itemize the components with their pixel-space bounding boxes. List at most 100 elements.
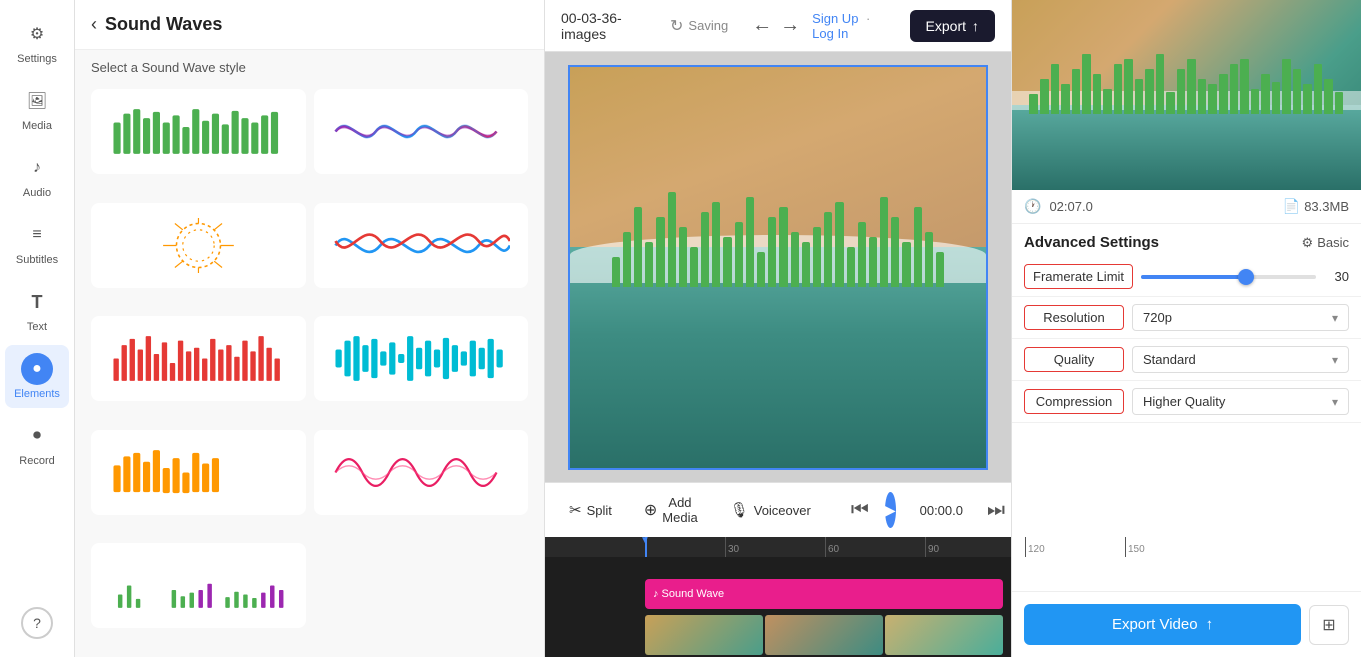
- wave-bar: [779, 207, 787, 287]
- wave-bar: [847, 247, 855, 287]
- wave-style-5[interactable]: [91, 316, 306, 401]
- redo-button[interactable]: →: [780, 14, 800, 37]
- ruler-mark-30: 30: [725, 537, 739, 557]
- export-button[interactable]: Export ↑: [910, 10, 995, 42]
- preview-wave-bar: [1261, 74, 1270, 114]
- sidebar-item-media[interactable]: 🖼 Media: [5, 77, 69, 140]
- settings-icon: ⚙: [21, 18, 53, 50]
- sidebar-item-elements[interactable]: ● Elements: [5, 345, 69, 408]
- panel-subtitle: Select a Sound Wave style: [75, 50, 544, 81]
- sidebar-label-text: Text: [27, 321, 47, 333]
- clock-icon: 🕐: [1024, 198, 1041, 215]
- split-icon: ✂: [569, 501, 582, 519]
- export-preview: [1012, 0, 1361, 190]
- wave-style-4[interactable]: [314, 203, 529, 288]
- framerate-setting-row: Framerate Limit 30: [1012, 257, 1361, 297]
- fast-forward-button[interactable]: ⏭: [987, 499, 1005, 522]
- wave-bar: [891, 217, 899, 287]
- wave-bar: [723, 237, 731, 287]
- wave-bar: [690, 247, 698, 287]
- resolution-control: 720p ▾: [1132, 304, 1349, 331]
- wave-bar: [701, 212, 709, 287]
- preview-wave-bar: [1177, 69, 1186, 114]
- video-preview: [568, 65, 988, 470]
- export-video-button[interactable]: Export Video ↑: [1024, 604, 1301, 645]
- split-button[interactable]: ✂ Split: [561, 497, 620, 523]
- preview-wave-bar: [1093, 74, 1102, 114]
- sidebar-item-subtitles[interactable]: ≡ Subtitles: [5, 211, 69, 274]
- resolution-dropdown[interactable]: 720p ▾: [1132, 304, 1349, 331]
- wave-style-4-svg: [331, 218, 510, 273]
- duration-display: 02:07.0: [1049, 199, 1092, 214]
- adv-settings-title: Advanced Settings: [1024, 234, 1159, 251]
- compression-dropdown[interactable]: Higher Quality ▾: [1132, 388, 1349, 415]
- export-meta-right: 📄 83.3MB: [1283, 198, 1349, 215]
- sidebar-label-audio: Audio: [23, 187, 51, 199]
- wave-style-2[interactable]: [314, 89, 529, 174]
- track-label: ♪ Sound Wave: [653, 588, 724, 600]
- sidebar-label-media: Media: [22, 120, 52, 132]
- basic-button[interactable]: ⚙ Basic: [1302, 235, 1349, 251]
- framerate-slider-track[interactable]: [1141, 275, 1316, 279]
- timeline-controls: ✂ Split ⊕ Add Media 🎙 Voiceover ⏮ ▶ 00:0…: [545, 482, 1011, 537]
- add-media-button[interactable]: ⊕ Add Media: [636, 491, 706, 529]
- sidebar-item-record[interactable]: ⏺ Record: [5, 412, 69, 475]
- quality-dropdown[interactable]: Standard ▾: [1132, 346, 1349, 373]
- framerate-control: 30: [1141, 269, 1349, 284]
- mic-icon: 🎙: [730, 501, 749, 519]
- quality-control: Standard ▾: [1132, 346, 1349, 373]
- wave-style-6-svg: [331, 331, 510, 386]
- time-display: 00:00.0: [920, 503, 963, 518]
- wave-style-1-svg: [109, 104, 288, 159]
- sidebar-item-text[interactable]: T Text: [5, 278, 69, 341]
- play-button[interactable]: ▶: [885, 492, 896, 528]
- framerate-slider-thumb[interactable]: [1238, 269, 1254, 285]
- voiceover-button[interactable]: 🎙 Voiceover: [722, 497, 819, 523]
- rewind-button[interactable]: ⏮: [851, 499, 869, 522]
- preview-wave-bar: [1135, 79, 1144, 114]
- wave-style-7[interactable]: [91, 430, 306, 515]
- resolution-value: 720p: [1143, 310, 1172, 325]
- quality-setting-row: Quality Standard ▾: [1012, 339, 1361, 381]
- sidebar-item-audio[interactable]: ♪ Audio: [5, 144, 69, 207]
- wave-bar: [768, 217, 776, 287]
- wave-bar: [679, 227, 687, 287]
- wave-style-3[interactable]: [91, 203, 306, 288]
- wave-style-9[interactable]: [91, 543, 306, 628]
- undo-button[interactable]: ←: [752, 14, 772, 37]
- help-icon: ?: [21, 607, 53, 639]
- preview-wave-bar: [1124, 59, 1133, 114]
- compression-label: Compression: [1024, 389, 1124, 414]
- preview-wave-bar: [1272, 82, 1281, 114]
- format-settings-button[interactable]: ⊞: [1309, 605, 1349, 645]
- wave-bar: [925, 232, 933, 287]
- wave-style-6[interactable]: [314, 316, 529, 401]
- elements-icon: ●: [21, 353, 53, 385]
- timeline-area: 30 60 90 120 150 ♪ Sound Wave: [545, 537, 1011, 657]
- sound-track[interactable]: ♪ Sound Wave: [645, 579, 1003, 609]
- compression-chevron-icon: ▾: [1332, 395, 1338, 409]
- log-in-link[interactable]: Log In: [812, 26, 848, 41]
- auth-links: Sign Up · Log In: [812, 11, 897, 41]
- preview-wave: [1029, 64, 1343, 114]
- ruler-mark-90: 90: [925, 537, 939, 557]
- sidebar-item-settings[interactable]: ⚙ Settings: [5, 10, 69, 73]
- sign-up-link[interactable]: Sign Up: [812, 11, 858, 26]
- img-thumb-1: [645, 615, 763, 655]
- img-thumb-3: [885, 615, 1003, 655]
- wave-style-1[interactable]: [91, 89, 306, 174]
- saving-status: ↻ Saving: [670, 16, 728, 36]
- wave-style-9-svg: [109, 558, 288, 613]
- wave-bar: [936, 252, 944, 287]
- sidebar-item-help[interactable]: ?: [5, 599, 69, 647]
- top-bar-actions: Sign Up · Log In Export ↑: [812, 10, 995, 42]
- wave-style-7-svg: [109, 445, 288, 500]
- preview-wave-bar: [1061, 84, 1070, 114]
- text-icon: T: [21, 286, 53, 318]
- preview-wave-bar: [1082, 54, 1091, 114]
- compression-value: Higher Quality: [1143, 394, 1225, 409]
- back-button[interactable]: ‹: [91, 14, 97, 35]
- export-icon: ↑: [972, 18, 979, 34]
- wave-style-8[interactable]: [314, 430, 529, 515]
- export-upload-icon: ↑: [1206, 616, 1214, 633]
